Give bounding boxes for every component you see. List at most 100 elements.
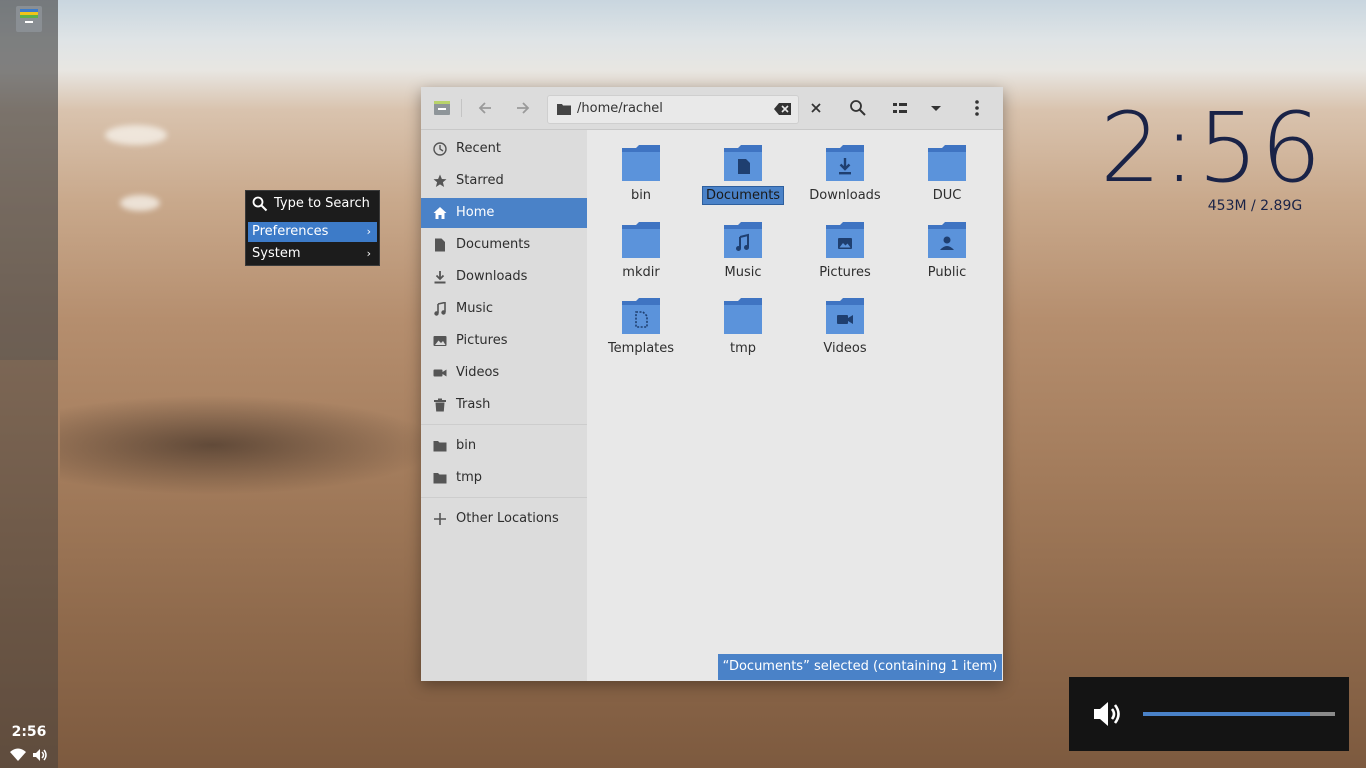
file-item-music[interactable]: Music [693, 211, 793, 287]
file-label: Templates [607, 341, 675, 356]
menu-search-label: Type to Search [274, 196, 370, 211]
sidebar-item-label: Starred [456, 173, 504, 188]
sidebar-item-starred[interactable]: Starred [421, 166, 587, 196]
file-manager-window: /home/rachel Recent Starred Home Documen… [421, 87, 1003, 681]
sidebar-item-bin[interactable]: bin [421, 431, 587, 461]
sidebar-item-other-locations[interactable]: Other Locations [421, 504, 587, 534]
file-label: tmp [729, 341, 756, 356]
left-panel: 2:56 [0, 0, 58, 768]
folder-icon [622, 145, 660, 181]
file-item-duc[interactable]: DUC [897, 134, 997, 210]
sidebar-item-label: Pictures [456, 333, 508, 348]
image-icon [433, 336, 447, 346]
header-divider [461, 99, 462, 117]
folder-icon [433, 441, 447, 452]
volume-icon[interactable] [32, 748, 48, 762]
videos-folder-icon [826, 298, 864, 334]
file-item-bin[interactable]: bin [591, 134, 691, 210]
file-label: bin [630, 188, 652, 203]
search-icon[interactable] [847, 97, 869, 119]
sand-shadow [60, 395, 440, 495]
document-icon [435, 238, 445, 252]
header-bar: /home/rachel [421, 87, 1003, 130]
sidebar-item-label: Home [456, 205, 495, 220]
memory-usage: 453M / 2.89G [1207, 198, 1303, 214]
file-item-templates[interactable]: Templates [591, 287, 691, 363]
search-icon [252, 196, 268, 212]
app-menu: Type to Search Preferences › System › [245, 190, 380, 266]
home-icon [433, 207, 447, 219]
pictures-folder-icon [826, 222, 864, 258]
public-folder-icon [928, 222, 966, 258]
downloads-folder-icon [826, 145, 864, 181]
file-item-pictures[interactable]: Pictures [795, 211, 895, 287]
sidebar-item-recent[interactable]: Recent [421, 134, 587, 164]
file-label: Public [927, 265, 967, 280]
sidebar-item-tmp[interactable]: tmp [421, 463, 587, 493]
sidebar-item-music[interactable]: Music [421, 294, 587, 324]
window-menu-icon[interactable] [431, 97, 453, 119]
menu-search[interactable]: Type to Search [246, 191, 379, 217]
file-label-selected: Documents [693, 186, 793, 205]
download-icon [434, 271, 446, 284]
close-icon[interactable] [805, 97, 827, 119]
sidebar-item-videos[interactable]: Videos [421, 358, 587, 388]
menu-item-preferences[interactable]: Preferences › [248, 222, 377, 242]
file-label: mkdir [622, 265, 660, 280]
sidebar-item-trash[interactable]: Trash [421, 390, 587, 420]
folder-icon [724, 298, 762, 334]
sidebar-item-label: bin [456, 438, 477, 453]
video-camera-icon [433, 369, 447, 377]
volume-slider-fill [1143, 712, 1311, 716]
chevron-down-icon[interactable] [925, 97, 947, 119]
sidebar-item-label: Downloads [456, 269, 528, 284]
file-label-text: Documents [701, 186, 785, 205]
file-label: DUC [932, 188, 962, 203]
file-label: Music [724, 265, 762, 280]
sidebar-item-label: Videos [456, 365, 500, 380]
path-text: /home/rachel [577, 101, 663, 116]
menu-item-system[interactable]: System › [248, 244, 377, 264]
file-item-downloads[interactable]: Downloads [795, 134, 895, 210]
forward-arrow-icon[interactable] [511, 97, 533, 119]
sidebar-divider [421, 497, 587, 498]
file-item-tmp[interactable]: tmp [693, 287, 793, 363]
sidebar-divider [421, 424, 587, 425]
volume-slider[interactable] [1143, 712, 1335, 716]
file-item-documents[interactable]: Documents [693, 134, 793, 210]
sidebar: Recent Starred Home Documents Downloads … [421, 130, 587, 681]
plus-icon [434, 513, 446, 525]
file-item-mkdir[interactable]: mkdir [591, 211, 691, 287]
sidebar-item-label: Documents [456, 237, 531, 252]
wifi-icon[interactable] [10, 748, 26, 762]
sidebar-item-downloads[interactable]: Downloads [421, 262, 587, 292]
menu-item-label: System [252, 246, 301, 261]
more-options-icon[interactable] [966, 97, 988, 119]
templates-folder-icon [622, 298, 660, 334]
sidebar-item-pictures[interactable]: Pictures [421, 326, 587, 356]
sidebar-item-label: Recent [456, 141, 501, 156]
music-folder-icon [724, 222, 762, 258]
path-bar[interactable]: /home/rachel [547, 95, 799, 124]
chevron-right-icon: › [366, 225, 371, 238]
sidebar-item-documents[interactable]: Documents [421, 230, 587, 260]
file-label: Downloads [809, 188, 881, 203]
app-launcher-icon[interactable] [16, 6, 42, 32]
sidebar-item-home[interactable]: Home [421, 198, 587, 228]
folder-icon [433, 473, 447, 484]
sidebar-item-label: Trash [456, 397, 491, 412]
folder-icon [622, 222, 660, 258]
file-item-public[interactable]: Public [897, 211, 997, 287]
trash-icon [434, 398, 446, 412]
back-arrow-icon[interactable] [475, 97, 497, 119]
sidebar-item-label: Other Locations [456, 511, 559, 526]
clear-path-icon[interactable] [774, 102, 792, 116]
file-item-videos[interactable]: Videos [795, 287, 895, 363]
panel-clock[interactable]: 2:56 [0, 724, 58, 740]
panel-upper-region [0, 0, 58, 360]
clock-icon [433, 142, 447, 156]
star-icon [433, 174, 447, 187]
file-grid: bin Documents Downloads DUC mkdir Music … [587, 130, 1003, 681]
view-list-icon[interactable] [889, 97, 911, 119]
pebble [120, 195, 160, 211]
